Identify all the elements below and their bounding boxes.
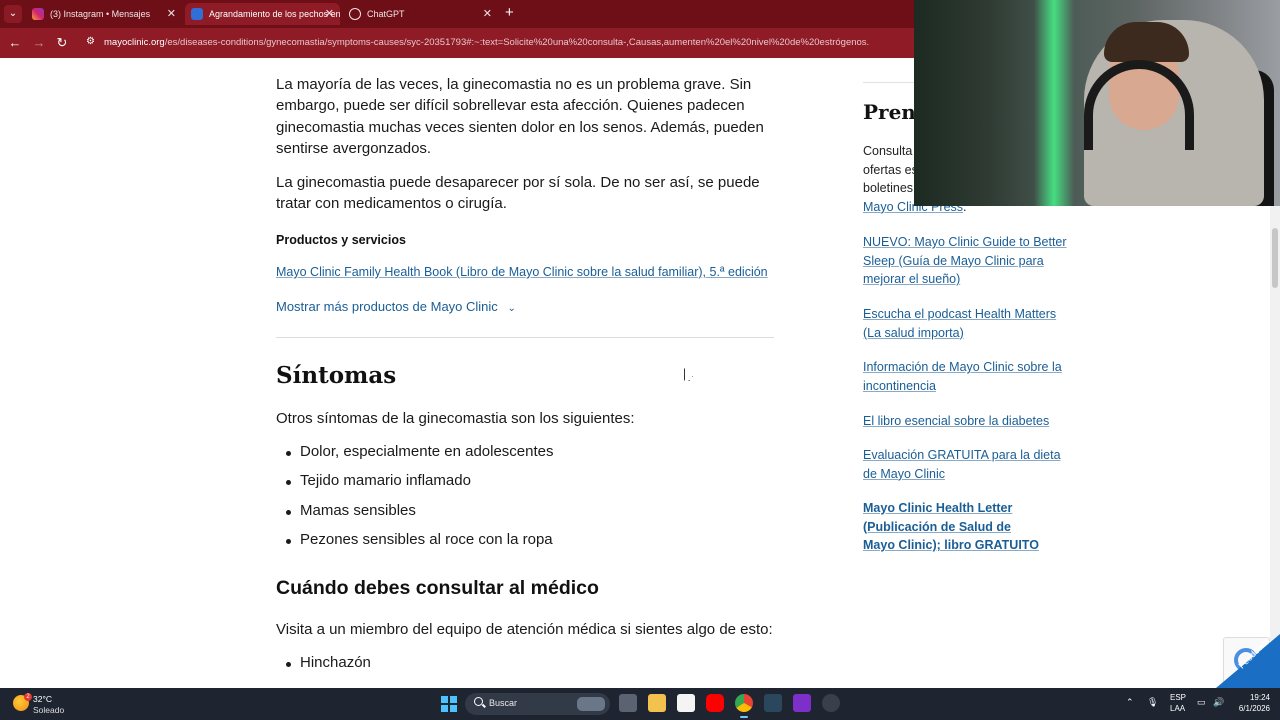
product-link-row: Mayo Clinic Family Health Book (Libro de…	[276, 262, 776, 283]
windows-start-icon[interactable]	[441, 696, 457, 712]
list-item: Dolor, especialmente en adolescentes	[286, 443, 554, 472]
back-arrow-icon[interactable]: ←	[6, 34, 24, 52]
volume-icon[interactable]: 🔊	[1213, 697, 1224, 708]
forward-arrow-icon[interactable]: →	[30, 34, 48, 52]
tab-search-chevron-icon[interactable]: ⌄	[4, 5, 22, 23]
symptoms-list: Dolor, especialmente en adolescentes Tej…	[286, 443, 554, 560]
sidebar-link-better-sleep[interactable]: NUEVO: Mayo Clinic Guide to Better Sleep…	[863, 233, 1068, 289]
new-tab-button[interactable]: +	[505, 4, 514, 22]
tab-label: ChatGPT	[367, 9, 405, 19]
list-item: Mamas sensibles	[286, 502, 554, 531]
when-to-see-doctor-heading: Cuándo debes consultar al médico	[276, 577, 599, 599]
family-health-book-link[interactable]: Mayo Clinic Family Health Book (Libro de…	[276, 265, 768, 279]
mayo-clinic-icon	[191, 8, 203, 20]
file-explorer-icon[interactable]	[648, 694, 666, 712]
scrollbar-thumb[interactable]	[1272, 228, 1278, 288]
url-field[interactable]: mayoclinic.org/es/diseases-conditions/gy…	[104, 36, 904, 50]
sidebar-link-diet[interactable]: Evaluación GRATUITA para la dieta de May…	[863, 446, 1068, 483]
tab-mayo-clinic[interactable]: Agrandamiento de los pechos en ✕	[185, 3, 340, 25]
chevron-down-icon: ⌄	[507, 303, 516, 314]
app-icon[interactable]	[793, 694, 811, 712]
chatgpt-icon	[349, 8, 361, 20]
clock-time[interactable]: 19:24	[1240, 693, 1270, 702]
list-item: Pezones sensibles al roce con la ropa	[286, 531, 554, 560]
doctor-intro: Visita a un miembro del equipo de atenci…	[276, 621, 773, 638]
webcam-person-hair	[1104, 22, 1189, 62]
sidebar-link-health-letter[interactable]: Mayo Clinic Health Letter (Publicación d…	[863, 499, 1043, 555]
list-item: Tejido mamario inflamado	[286, 472, 554, 501]
reload-icon[interactable]: ↻	[53, 34, 71, 52]
close-icon[interactable]: ✕	[325, 3, 334, 25]
task-view-icon[interactable]	[619, 694, 637, 712]
chrome-icon[interactable]	[735, 694, 753, 718]
tab-instagram[interactable]: (3) Instagram • Mensajes ✕	[26, 3, 182, 25]
show-more-label: Mostrar más productos de Mayo Clinic	[276, 299, 498, 314]
list-item: Hinchazón	[286, 654, 371, 683]
microsoft-store-icon[interactable]	[677, 694, 695, 712]
search-highlight-image	[577, 697, 605, 711]
webcam-green-light	[1034, 0, 1074, 206]
steam-icon[interactable]	[764, 694, 782, 712]
url-path: /es/diseases-conditions/gynecomastia/sym…	[164, 37, 870, 48]
network-icon[interactable]: ▭	[1197, 697, 1206, 708]
tab-chatgpt[interactable]: ChatGPT ✕	[343, 3, 498, 25]
language-top[interactable]: ESP	[1170, 693, 1186, 702]
instagram-icon	[32, 8, 44, 20]
windows-taskbar: 2 32°C Soleado Buscar ⌃ 🎙 ESP LAA ▭ 🔊 19…	[0, 688, 1280, 720]
clock-date[interactable]: 6/1/2026	[1234, 704, 1270, 713]
search-icon	[474, 697, 483, 706]
mouse-cursor-icon	[684, 368, 693, 381]
intro-paragraph: La mayoría de las veces, la ginecomastia…	[276, 76, 764, 157]
chevron-up-icon[interactable]: ⌃	[1126, 697, 1134, 708]
tab-label: (3) Instagram • Mensajes	[50, 9, 151, 19]
treatment-paragraph: La ginecomastia puede desaparecer por sí…	[276, 174, 760, 213]
symptoms-heading: Síntomas	[276, 362, 397, 389]
products-heading: Productos y servicios	[276, 233, 406, 247]
symptoms-intro: Otros síntomas de la ginecomastia son lo…	[276, 410, 635, 427]
sidebar-link-diabetes[interactable]: El libro esencial sobre la diabetes	[863, 412, 1068, 431]
show-more-products-button[interactable]: Mostrar más productos de Mayo Clinic ⌄	[276, 299, 516, 314]
close-icon[interactable]: ✕	[483, 3, 492, 25]
site-info-icon[interactable]: ⚙	[86, 36, 98, 48]
language-bottom[interactable]: LAA	[1170, 704, 1185, 713]
url-domain: mayoclinic.org	[104, 37, 165, 48]
sidebar-link-incontinence[interactable]: Información de Mayo Clinic sobre la inco…	[863, 358, 1068, 395]
section-divider	[276, 337, 774, 338]
microphone-icon[interactable]: 🎙	[1147, 697, 1158, 708]
webcam-overlay	[914, 0, 1280, 206]
tab-label: Agrandamiento de los pechos en	[209, 9, 340, 19]
weather-description: Soleado	[33, 705, 65, 715]
weather-badge: 2	[24, 693, 32, 701]
search-label: Buscar	[489, 698, 518, 708]
sidebar-link-health-matters[interactable]: Escucha el podcast Health Matters (La sa…	[863, 305, 1068, 342]
app-settings-icon[interactable]	[822, 694, 840, 712]
taskbar-search[interactable]: Buscar	[465, 693, 610, 715]
weather-temperature: 32°C	[33, 694, 52, 704]
doctor-list: Hinchazón	[286, 654, 371, 683]
close-icon[interactable]: ✕	[167, 3, 176, 25]
youtube-icon[interactable]	[706, 694, 724, 712]
